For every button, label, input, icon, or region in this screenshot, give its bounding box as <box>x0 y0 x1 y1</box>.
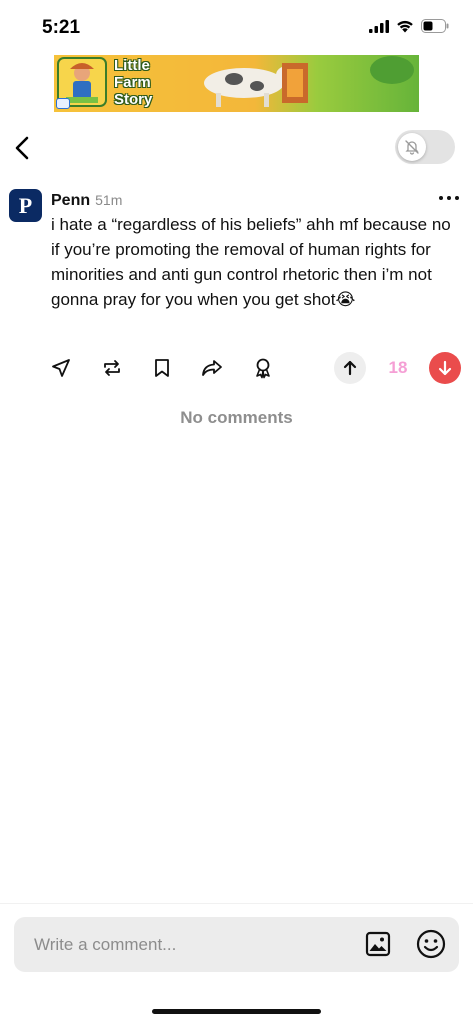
arrow-up-icon <box>343 360 357 376</box>
attach-image-button[interactable] <box>364 930 392 958</box>
ad-artwork <box>57 56 414 107</box>
cellular-signal-icon <box>369 19 389 38</box>
emoji-icon <box>416 929 446 959</box>
more-horizontal-icon <box>439 196 443 200</box>
image-icon <box>365 931 391 957</box>
author-name[interactable]: Penn <box>51 192 90 210</box>
post-time: 51m <box>95 192 123 208</box>
battery-icon <box>421 19 449 38</box>
share-icon <box>202 360 222 376</box>
send-icon <box>52 359 70 377</box>
award-button[interactable] <box>251 356 275 380</box>
more-options-button[interactable] <box>439 192 459 204</box>
upvote-button[interactable] <box>334 352 366 384</box>
top-nav <box>0 128 473 168</box>
back-button[interactable] <box>10 134 34 162</box>
vote-score: 18 <box>388 358 408 377</box>
status-icons <box>369 19 449 38</box>
post-body: i hate a “regardless of his beliefs” ahh… <box>51 215 451 309</box>
ad-info-icon[interactable] <box>56 98 70 109</box>
repost-icon <box>104 360 120 376</box>
post-actions: 18 <box>0 350 473 386</box>
emoji-button[interactable] <box>416 929 446 959</box>
arrow-down-icon <box>438 360 452 376</box>
award-icon <box>256 358 270 379</box>
ad-title: Little Farm Story <box>114 57 153 108</box>
downvote-button[interactable] <box>429 352 461 384</box>
chevron-left-icon <box>15 136 29 160</box>
toggle-knob <box>398 133 426 161</box>
no-comments-label: No comments <box>180 408 293 427</box>
bookmark-button[interactable] <box>150 356 174 380</box>
share-button[interactable] <box>200 356 224 380</box>
composer-divider <box>0 903 473 904</box>
ad-banner[interactable]: Little Farm Story <box>54 55 419 112</box>
status-time: 5:21 <box>42 17 81 38</box>
bookmark-icon <box>155 359 169 377</box>
comment-input[interactable] <box>34 917 354 972</box>
wifi-icon <box>396 20 414 38</box>
comment-composer <box>14 917 459 972</box>
repost-button[interactable] <box>100 356 124 380</box>
avatar[interactable]: P <box>9 189 42 222</box>
status-bar: 5:21 <box>0 0 473 52</box>
home-indicator <box>152 1009 321 1014</box>
post-header: Penn 51m <box>51 192 122 210</box>
notifications-toggle[interactable] <box>395 130 455 164</box>
send-button[interactable] <box>49 356 73 380</box>
bell-slash-icon <box>405 140 419 155</box>
